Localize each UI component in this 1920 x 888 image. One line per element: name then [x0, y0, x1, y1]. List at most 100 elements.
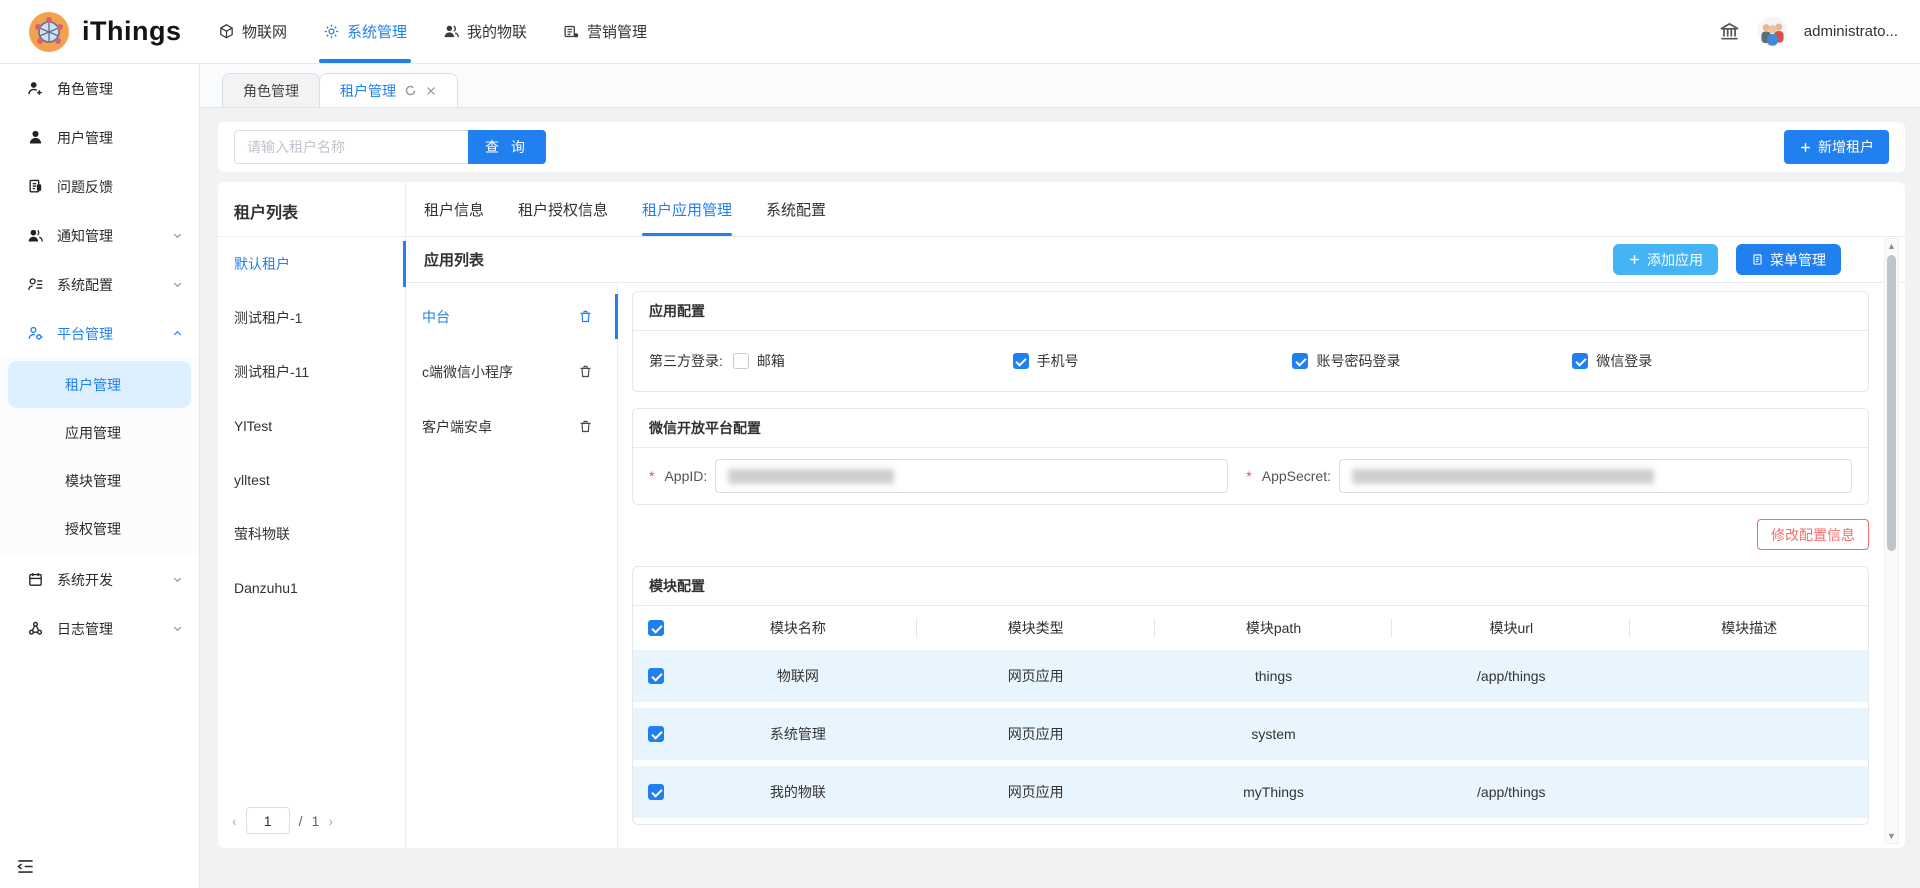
- navbar-right: administrato...: [1718, 16, 1920, 47]
- close-icon[interactable]: [425, 85, 437, 97]
- sidebar-collapse-icon[interactable]: [16, 857, 35, 876]
- tab-role-mgmt[interactable]: 角色管理: [222, 73, 320, 107]
- sidebar-item-label: 日志管理: [57, 619, 113, 639]
- tab-system-config[interactable]: 系统配置: [766, 182, 826, 236]
- login-option-wechat: 微信登录: [1572, 351, 1852, 371]
- app-item[interactable]: 中台: [406, 289, 617, 344]
- add-app-label: 添加应用: [1647, 250, 1703, 270]
- user-icon: [27, 129, 44, 146]
- prev-page-icon[interactable]: ‹: [232, 813, 237, 829]
- tenant-item[interactable]: Danzuhu1: [218, 561, 405, 615]
- cell-module-name: 系统管理: [679, 724, 917, 744]
- scroll-down-icon[interactable]: ▼: [1887, 829, 1896, 843]
- tab-label: 角色管理: [243, 81, 299, 101]
- platform-submenu: 租户管理 应用管理 模块管理 授权管理: [0, 358, 199, 555]
- tenant-item-label: ylltest: [234, 472, 270, 488]
- sidebar-item-user[interactable]: 用户管理: [0, 113, 199, 162]
- redacted-value: [728, 469, 894, 484]
- sidebar-item-feedback[interactable]: 问题反馈: [0, 162, 199, 211]
- add-app-button[interactable]: 添加应用: [1613, 244, 1718, 275]
- tenant-item[interactable]: YlTest: [218, 399, 405, 453]
- checkbox-checked[interactable]: [1292, 353, 1308, 369]
- page-number-input[interactable]: [246, 807, 290, 834]
- row-checkbox[interactable]: [648, 784, 664, 800]
- login-option-email: 邮箱: [733, 351, 1013, 371]
- modify-config-button[interactable]: 修改配置信息: [1757, 519, 1869, 550]
- tab-tenant-auth[interactable]: 租户授权信息: [518, 182, 608, 236]
- cell-module-type: 网页应用: [917, 782, 1155, 802]
- sidebar-item-auth-mgmt[interactable]: 授权管理: [8, 505, 191, 552]
- row-checkbox[interactable]: [648, 668, 664, 684]
- sidebar-item-platform[interactable]: 平台管理: [0, 309, 199, 358]
- sub-item-label: 模块管理: [65, 471, 121, 491]
- table-row[interactable]: 我的物联 网页应用 myThings /app/things: [633, 766, 1868, 818]
- sidebar-item-tenant-mgmt[interactable]: 租户管理: [8, 361, 191, 408]
- select-all-checkbox[interactable]: [648, 620, 664, 636]
- checkbox-unchecked[interactable]: [733, 353, 749, 369]
- app-list-header: 应用列表 添加应用: [406, 237, 1905, 283]
- sidebar-item-log[interactable]: 日志管理: [0, 604, 199, 653]
- search-card: 查 询 新增租户: [218, 122, 1905, 172]
- checkbox-checked[interactable]: [1013, 353, 1029, 369]
- tenant-item[interactable]: ylltest: [218, 453, 405, 507]
- sidebar-item-notification[interactable]: 通知管理: [0, 211, 199, 260]
- app-item[interactable]: c端微信小程序: [406, 344, 617, 399]
- topnav-label: 物联网: [242, 21, 287, 42]
- query-button[interactable]: 查 询: [468, 130, 546, 164]
- add-tenant-button[interactable]: 新增租户: [1784, 130, 1889, 164]
- table-header-row: 模块名称 模块类型 模块path 模块url 模块描述: [633, 606, 1868, 650]
- appid-label: AppID:: [664, 468, 707, 484]
- table-row[interactable]: 物联网 网页应用 things /app/things: [633, 650, 1868, 702]
- tenant-item[interactable]: 萤科物联: [218, 507, 405, 561]
- row-checkbox[interactable]: [648, 726, 664, 742]
- users-icon: [443, 23, 460, 40]
- tenant-item[interactable]: 测试租户-1: [218, 291, 405, 345]
- sidebar-item-module-mgmt[interactable]: 模块管理: [8, 457, 191, 504]
- appsecret-input[interactable]: [1339, 459, 1852, 493]
- ithings-logo-icon: [28, 11, 70, 53]
- next-page-icon[interactable]: ›: [328, 813, 333, 829]
- notification-icon: [27, 227, 44, 244]
- checkbox-checked[interactable]: [1572, 353, 1588, 369]
- delete-icon[interactable]: [578, 364, 593, 379]
- user-avatar[interactable]: [1757, 16, 1788, 47]
- chevron-down-icon: [172, 623, 183, 634]
- tenant-search-input[interactable]: [234, 130, 468, 164]
- tenant-item[interactable]: 默认租户: [218, 237, 405, 291]
- topnav-my-iot[interactable]: 我的物联: [429, 0, 541, 63]
- app-item-label: c端微信小程序: [422, 362, 513, 382]
- dev-icon: [27, 571, 44, 588]
- appid-input[interactable]: [715, 459, 1228, 493]
- wechat-config-row: * AppID: * AppSecret:: [633, 448, 1868, 504]
- delete-icon[interactable]: [578, 419, 593, 434]
- scrollbar-thumb[interactable]: [1887, 255, 1896, 551]
- modify-config-row: 修改配置信息: [632, 519, 1869, 550]
- chevron-down-icon: [172, 279, 183, 290]
- detail-scrollbar[interactable]: ▲ ▼: [1884, 238, 1899, 844]
- required-mark: *: [1246, 468, 1251, 484]
- scroll-up-icon[interactable]: ▲: [1887, 239, 1896, 253]
- sidebar-item-role[interactable]: 角色管理: [0, 64, 199, 113]
- cell-module-path: myThings: [1155, 784, 1393, 800]
- delete-icon[interactable]: [578, 309, 593, 324]
- topnav-system[interactable]: 系统管理: [309, 0, 421, 63]
- topnav-marketing[interactable]: 营销管理: [549, 0, 661, 63]
- sidebar-item-app-mgmt[interactable]: 应用管理: [8, 409, 191, 456]
- username[interactable]: administrato...: [1804, 23, 1898, 40]
- tab-tenant-apps[interactable]: 租户应用管理: [642, 182, 732, 236]
- tenant-detail-panel: 租户信息 租户授权信息 租户应用管理 系统配置 应用列表 添加应: [406, 182, 1905, 848]
- tab-tenant-mgmt[interactable]: 租户管理: [319, 73, 458, 107]
- tenant-item[interactable]: 测试租户-11: [218, 345, 405, 399]
- menu-mgmt-button[interactable]: 菜单管理: [1736, 244, 1841, 275]
- login-option-phone: 手机号: [1013, 351, 1293, 371]
- refresh-icon[interactable]: [404, 84, 417, 97]
- app-item[interactable]: 客户端安卓: [406, 399, 617, 454]
- bank-icon[interactable]: [1718, 20, 1741, 43]
- sidebar-item-system-config[interactable]: 系统配置: [0, 260, 199, 309]
- tab-tenant-info[interactable]: 租户信息: [424, 182, 484, 236]
- table-row[interactable]: 系统管理 网页应用 system: [633, 708, 1868, 760]
- sidebar-item-label: 系统配置: [57, 275, 113, 295]
- column-header: 模块path: [1155, 618, 1393, 638]
- sidebar-item-dev[interactable]: 系统开发: [0, 555, 199, 604]
- topnav-iot[interactable]: 物联网: [204, 0, 301, 63]
